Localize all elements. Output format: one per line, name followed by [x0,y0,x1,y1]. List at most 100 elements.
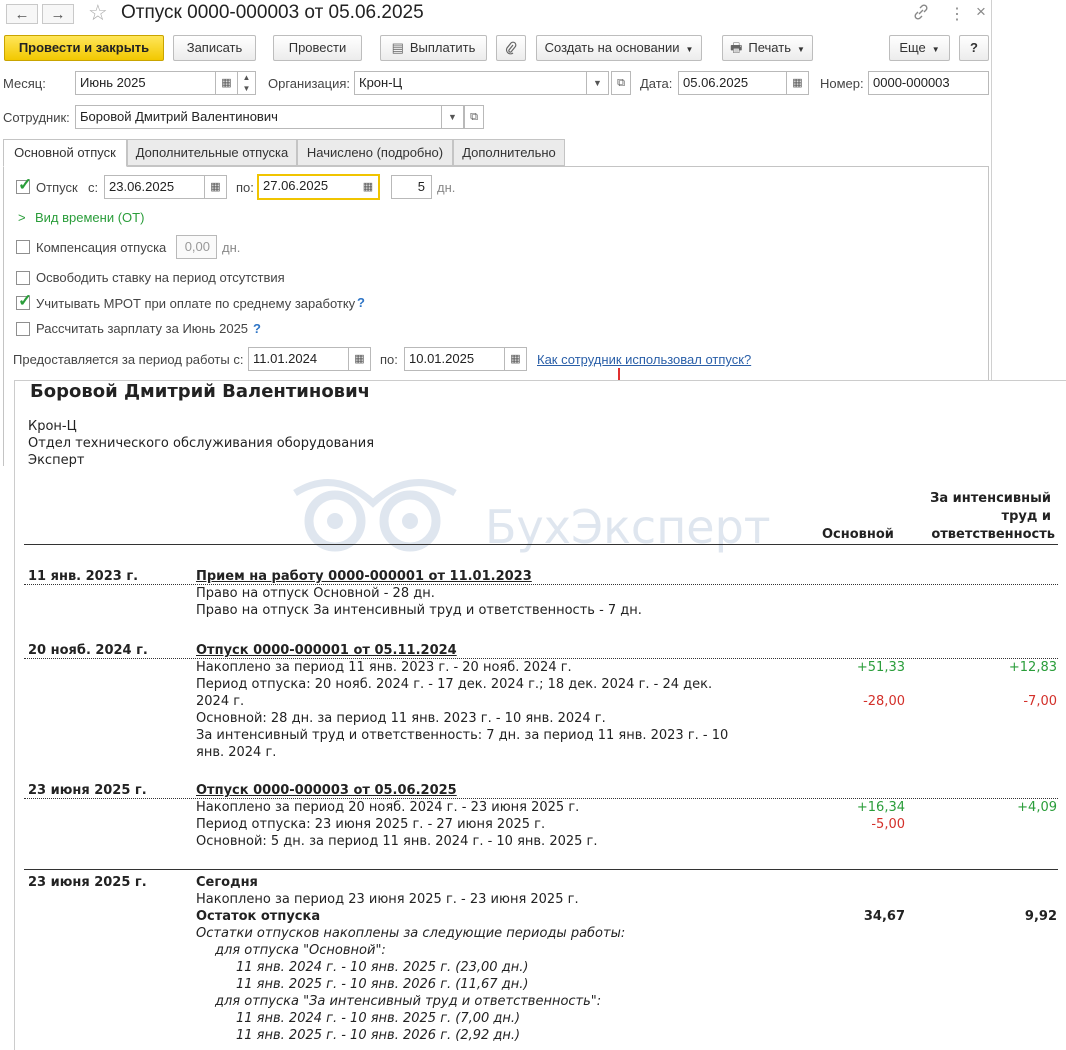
calendar-icon[interactable]: ▦ [505,347,527,371]
report-line: 11 янв. 2025 г. - 10 янв. 2026 г. (11,67… [236,977,529,992]
help-button[interactable]: ? [959,35,989,61]
employee-open-icon[interactable]: ⧉ [464,105,484,129]
remaining-vacation-label: Остаток отпуска [196,909,321,924]
organization-open-icon[interactable]: ⧉ [611,71,631,95]
month-stepper[interactable]: ▲ ▼ [238,71,256,95]
report-line: янв. 2024 г. [196,745,277,760]
window-border [991,0,992,380]
date-field[interactable]: 05.06.2025 [678,71,787,95]
value-main: 34,67 [863,909,905,924]
section-divider [24,798,1058,799]
employee-field[interactable]: Боровой Дмитрий Валентинович [75,105,442,129]
number-field[interactable]: 0000-000003 [868,71,989,95]
value-extra: +4,09 [1017,800,1057,815]
report-line: Остатки отпусков накоплены за следующие … [196,926,626,941]
create-based-on-label: Создать на основании [544,40,680,55]
compensation-label: Компенсация отпуска [36,240,167,255]
forward-button[interactable]: → [42,4,74,24]
print-button[interactable]: 🖶 Печать ▼ [722,35,813,61]
from-label: с: [88,180,99,195]
post-button[interactable]: Провести [273,35,362,61]
section-title: Отпуск 0000-000001 от 05.11.2024 [196,643,457,658]
section-date: 23 июня 2025 г. [28,875,147,890]
dropdown-arrow-icon: ▼ [796,45,805,54]
calendar-icon[interactable]: ▦ [216,71,238,95]
report-line: Основной: 28 дн. за период 11 янв. 2023 … [196,711,606,726]
calendar-icon[interactable]: ▦ [787,71,809,95]
forward-arrow-icon: → [50,6,66,23]
report-organization: Крон-Ц [28,419,77,434]
compensation-field[interactable]: 0,00 [176,235,217,259]
report-line: Основной: 5 дн. за период 11 янв. 2024 г… [196,834,598,849]
post-and-close-button[interactable]: Провести и закрыть [4,35,164,61]
number-label: Номер: [820,76,864,91]
favorite-star-icon[interactable]: ☆ [88,0,108,26]
section-divider [24,658,1058,659]
month-field[interactable]: Июнь 2025 [75,71,216,95]
mrot-checkbox[interactable]: ✓ [16,291,32,310]
header-divider [24,544,1058,545]
organization-field[interactable]: Крон-Ц [354,71,587,95]
printer-icon: 🖶 [730,40,743,55]
pay-button[interactable]: ▤ Выплатить [380,35,487,61]
report-line: За интенсивный труд и ответственность: 7… [196,728,729,743]
vacation-to-field[interactable]: 27.06.2025 [257,174,358,200]
days-label: дн. [437,180,456,195]
back-button[interactable]: ← [6,4,38,24]
help-question-icon[interactable]: ? [253,321,261,336]
compensation-days-label: дн. [222,240,241,255]
report-employee-name: Боровой Дмитрий Валентинович [30,381,371,402]
more-options-icon[interactable]: ⋮ [949,4,965,24]
chevron-right-icon[interactable]: > [18,210,26,225]
tab-accrued-detailed[interactable]: Начислено (подробно) [297,139,453,166]
dropdown-arrow-icon: ▼ [931,45,940,54]
report-line: Право на отпуск Основной - 28 дн. [196,586,435,601]
link-icon[interactable] [913,4,929,24]
section-divider [24,584,1058,585]
section-date: 20 нояб. 2024 г. [28,643,148,658]
free-rate-checkbox[interactable] [16,271,30,285]
save-button[interactable]: Записать [173,35,256,61]
column-extra-header-3: ответственность [931,527,1055,542]
period-to-label: по: [380,352,398,367]
period-to-field[interactable]: 10.01.2025 [404,347,505,371]
vacation-checkbox[interactable]: ✓ [16,175,32,194]
period-label: Предоставляется за период работы с: [13,352,244,367]
column-extra-header-2: труд и [1001,509,1051,524]
tab-additional[interactable]: Дополнительно [453,139,565,166]
help-question-icon[interactable]: ? [357,295,365,310]
organization-dropdown-icon[interactable]: ▼ [587,71,609,95]
time-kind-link[interactable]: Вид времени (ОТ) [35,210,144,225]
free-rate-label: Освободить ставку на период отсутствия [36,270,285,285]
window-title: Отпуск 0000-000003 от 05.06.2025 [121,2,424,23]
compensation-checkbox[interactable] [16,240,30,254]
tab-additional-vacations[interactable]: Дополнительные отпуска [127,139,297,166]
report-line: Право на отпуск За интенсивный труд и от… [196,603,642,618]
vacation-from-field[interactable]: 23.06.2025 [104,175,205,199]
report-line: Период отпуска: 20 нояб. 2024 г. - 17 де… [196,677,713,692]
report-line: Период отпуска: 23 июня 2025 г. - 27 июн… [196,817,546,832]
report-line: 11 янв. 2024 г. - 10 янв. 2025 г. (23,00… [236,960,529,975]
create-based-on-button[interactable]: Создать на основании ▼ [536,35,702,61]
calendar-icon[interactable]: ▦ [205,175,227,199]
calc-salary-checkbox[interactable] [16,322,30,336]
document-icon: ▤ [391,40,404,55]
calc-salary-label: Рассчитать зарплату за Июнь 2025 [36,321,249,336]
svg-text:БухЭксперт: БухЭксперт [485,500,771,554]
dropdown-arrow-icon: ▼ [685,45,694,54]
days-field[interactable]: 5 [391,175,432,199]
column-extra-header-1: За интенсивный [930,491,1051,506]
calendar-icon[interactable]: ▦ [358,174,380,200]
calendar-icon[interactable]: ▦ [349,347,371,371]
tab-main-vacation[interactable]: Основной отпуск [3,139,127,167]
section-title: Отпуск 0000-000003 от 05.06.2025 [196,783,457,798]
section-date: 23 июня 2025 г. [28,783,147,798]
close-icon[interactable]: × [976,2,986,22]
how-used-vacation-link[interactable]: Как сотрудник использовал отпуск? [537,352,751,367]
column-main-header: Основной [822,527,894,542]
period-from-field[interactable]: 11.01.2024 [248,347,349,371]
value-main: -28,00 [863,694,905,709]
more-button[interactable]: Еще ▼ [889,35,950,61]
employee-dropdown-icon[interactable]: ▼ [442,105,464,129]
attach-button[interactable] [496,35,526,61]
